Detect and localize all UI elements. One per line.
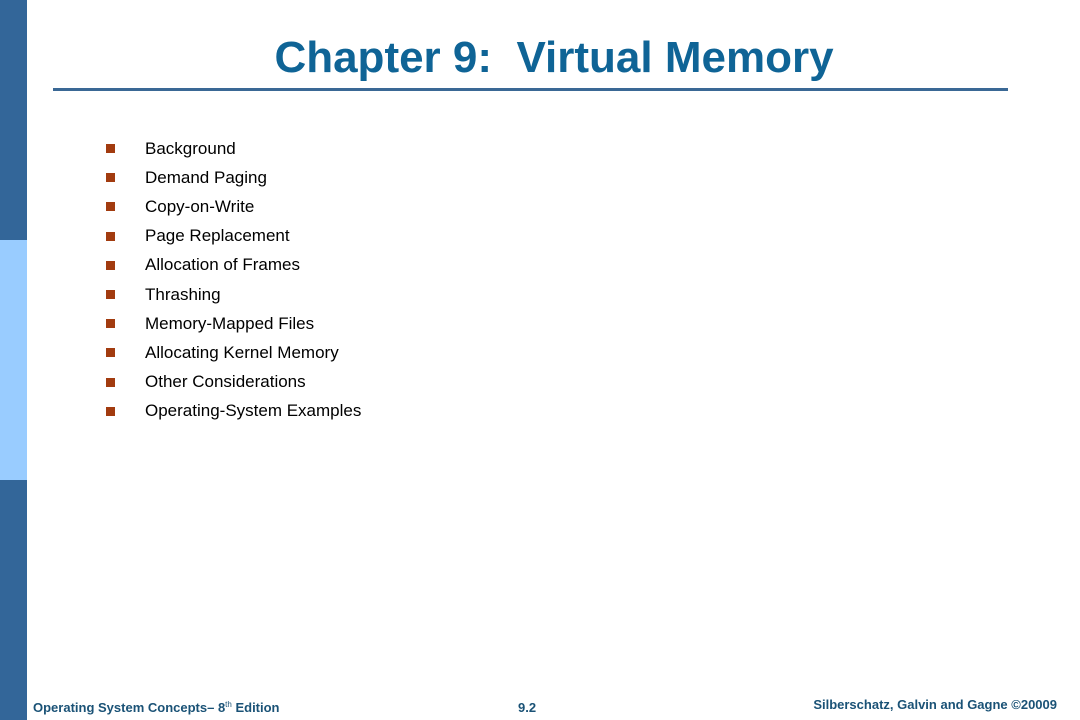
bullet-text: Page Replacement bbox=[145, 226, 290, 246]
slide-title: Chapter 9: Virtual Memory bbox=[274, 33, 834, 82]
footer-edition-suffix: Edition bbox=[231, 700, 280, 715]
list-item: Other Considerations bbox=[106, 368, 361, 397]
bullet-text: Memory-Mapped Files bbox=[145, 313, 315, 333]
sidebar-decoration bbox=[0, 0, 27, 720]
list-item: Copy-on-Write bbox=[106, 192, 361, 221]
slide: Chapter 9: Virtual Memory Background Dem… bbox=[0, 0, 1080, 720]
bullet-text: Demand Paging bbox=[145, 167, 267, 187]
footer-book-title-text: Operating System Concepts– 8 bbox=[33, 700, 226, 715]
list-item: Allocating Kernel Memory bbox=[106, 338, 361, 367]
square-bullet-icon bbox=[106, 319, 115, 329]
sidebar-segment-middle bbox=[0, 240, 27, 480]
bullet-text: Background bbox=[145, 138, 236, 158]
bullet-text: Operating-System Examples bbox=[145, 401, 362, 421]
square-bullet-icon bbox=[106, 173, 115, 183]
bullet-text: Other Considerations bbox=[145, 372, 306, 392]
square-bullet-icon bbox=[106, 406, 115, 416]
square-bullet-icon bbox=[106, 202, 115, 212]
list-item: Background bbox=[106, 134, 361, 163]
bullet-text: Copy-on-Write bbox=[145, 196, 255, 216]
list-item: Memory-Mapped Files bbox=[106, 309, 361, 338]
square-bullet-icon bbox=[106, 348, 115, 358]
square-bullet-icon bbox=[106, 377, 115, 387]
page-number: 9.2 bbox=[518, 700, 537, 715]
footer-copyright: Silberschatz, Galvin and Gagne ©20009 bbox=[813, 697, 1057, 712]
list-item: Operating-System Examples bbox=[106, 397, 361, 426]
square-bullet-icon bbox=[106, 231, 115, 241]
list-item: Thrashing bbox=[106, 280, 361, 309]
list-item: Demand Paging bbox=[106, 163, 361, 192]
square-bullet-icon bbox=[106, 290, 115, 300]
bullet-text: Allocation of Frames bbox=[145, 255, 300, 275]
bullet-text: Thrashing bbox=[145, 284, 221, 304]
footer-edition-superscript: th bbox=[225, 700, 232, 709]
list-item: Page Replacement bbox=[106, 222, 361, 251]
square-bullet-icon bbox=[106, 144, 115, 154]
sidebar-segment-bottom bbox=[0, 480, 27, 720]
title-underline bbox=[53, 88, 1008, 91]
footer-book-title: Operating System Concepts– 8th Edition bbox=[33, 700, 280, 715]
bullet-text: Allocating Kernel Memory bbox=[145, 342, 339, 362]
square-bullet-icon bbox=[106, 260, 115, 270]
bullet-list: Background Demand Paging Copy-on-Write P… bbox=[106, 134, 361, 426]
sidebar-segment-top bbox=[0, 0, 27, 240]
list-item: Allocation of Frames bbox=[106, 251, 361, 280]
